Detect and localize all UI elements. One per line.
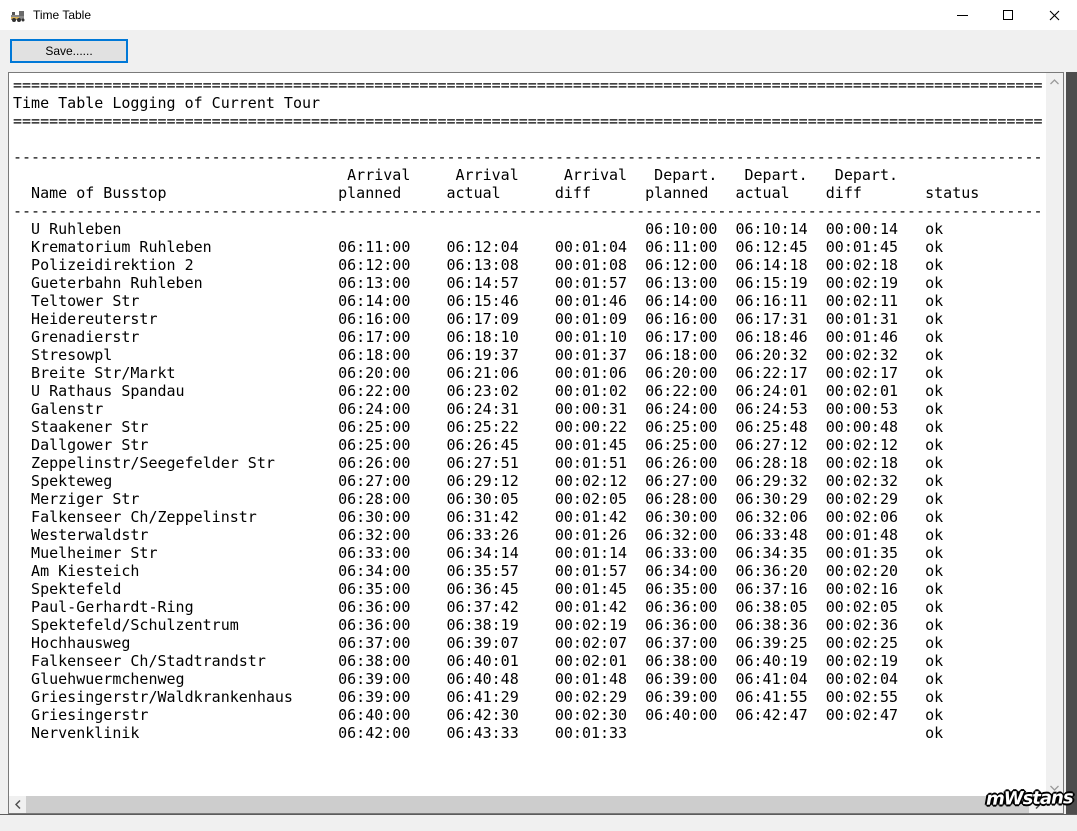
close-icon xyxy=(1049,10,1059,20)
close-button[interactable] xyxy=(1031,0,1077,30)
titlebar: Time Table xyxy=(0,0,1077,30)
app-icon xyxy=(10,7,26,23)
vertical-scrollbar[interactable] xyxy=(1046,73,1063,796)
scroll-up-button[interactable] xyxy=(1046,73,1063,90)
maximize-icon xyxy=(1003,10,1013,20)
window-controls xyxy=(939,0,1077,30)
minimize-button[interactable] xyxy=(939,0,985,30)
save-button[interactable]: Save...... xyxy=(10,39,128,63)
timetable-text[interactable]: ========================================… xyxy=(9,73,1046,796)
watermark: mWstans xyxy=(986,787,1074,810)
maximize-button[interactable] xyxy=(985,0,1031,30)
horizontal-scroll-thumb[interactable] xyxy=(26,796,1029,813)
horizontal-scrollbar[interactable] xyxy=(9,796,1046,813)
screen: Time Table Save...... ==================… xyxy=(0,0,1077,831)
toolbar: Save...... xyxy=(0,30,1077,72)
background-bottom xyxy=(0,814,1077,831)
timetable-panel: ========================================… xyxy=(8,72,1064,814)
background-right xyxy=(1066,72,1077,814)
chevron-left-icon xyxy=(14,800,21,809)
scroll-left-button[interactable] xyxy=(9,796,26,813)
window-title: Time Table xyxy=(33,8,92,22)
chevron-up-icon xyxy=(1050,78,1059,84)
minimize-icon xyxy=(956,14,968,16)
